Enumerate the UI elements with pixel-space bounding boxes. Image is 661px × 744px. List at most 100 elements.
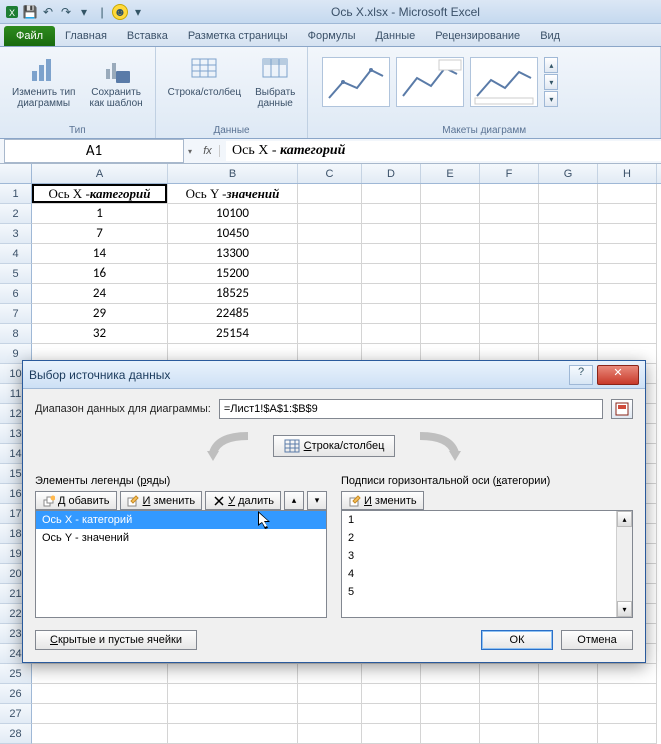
edit-axis-button[interactable]: Изменить [341, 491, 424, 510]
list-item[interactable]: 1 [342, 511, 616, 529]
series-listbox[interactable]: Ось Х - категорий Ось Y - значений [35, 510, 327, 618]
cell[interactable] [598, 664, 657, 684]
cell[interactable] [298, 684, 362, 704]
col-header-e[interactable]: E [421, 164, 480, 183]
cell[interactable] [362, 284, 421, 304]
cell[interactable] [298, 324, 362, 344]
cell[interactable] [598, 224, 657, 244]
cell[interactable] [480, 284, 539, 304]
gallery-more-icon[interactable]: ▾ [544, 91, 558, 107]
cell[interactable]: Ось Х - категорий [32, 184, 168, 204]
cell[interactable] [362, 724, 421, 744]
cell[interactable] [539, 284, 598, 304]
cell[interactable] [598, 284, 657, 304]
cell[interactable] [539, 244, 598, 264]
cell[interactable] [539, 324, 598, 344]
add-series-button[interactable]: Добавить [35, 491, 117, 510]
list-item[interactable]: 2 [342, 529, 616, 547]
qat-dropdown2-icon[interactable]: ▾ [130, 4, 146, 20]
cell[interactable] [298, 224, 362, 244]
cell[interactable] [298, 264, 362, 284]
cell[interactable] [362, 224, 421, 244]
tab-formulas[interactable]: Формулы [298, 26, 366, 46]
file-tab[interactable]: Файл [4, 26, 55, 46]
collapse-dialog-button[interactable] [611, 399, 633, 419]
chart-layout-3[interactable] [470, 57, 538, 107]
name-box-dropdown-icon[interactable]: ▾ [184, 147, 196, 156]
cell[interactable] [362, 704, 421, 724]
listbox-scrollbar[interactable]: ▴▾ [616, 511, 632, 617]
cell[interactable] [298, 724, 362, 744]
col-header-g[interactable]: G [539, 164, 598, 183]
cell[interactable] [480, 244, 539, 264]
cell[interactable] [362, 684, 421, 704]
cancel-button[interactable]: Отмена [561, 630, 633, 650]
select-data-button[interactable]: Выбратьданные [251, 51, 299, 111]
qat-save-icon[interactable]: 💾 [22, 4, 38, 20]
switch-row-col-button[interactable]: Строка/столбец [164, 51, 245, 100]
cell[interactable] [298, 284, 362, 304]
cell[interactable] [598, 264, 657, 284]
cell[interactable] [480, 184, 539, 204]
cell[interactable] [598, 184, 657, 204]
categories-listbox[interactable]: 1 2 3 4 5 ▴▾ [341, 510, 633, 618]
row-header[interactable]: 27 [0, 704, 32, 724]
tab-page-layout[interactable]: Разметка страницы [178, 26, 298, 46]
cell[interactable] [298, 244, 362, 264]
cell[interactable]: 22485 [168, 304, 298, 324]
cell[interactable] [480, 204, 539, 224]
cell[interactable] [421, 664, 480, 684]
qat-redo-icon[interactable]: ↷ [58, 4, 74, 20]
cell[interactable] [362, 324, 421, 344]
cell[interactable] [421, 244, 480, 264]
cell[interactable] [421, 204, 480, 224]
cell[interactable] [362, 264, 421, 284]
cell[interactable] [598, 724, 657, 744]
cell[interactable] [421, 184, 480, 204]
cell[interactable] [539, 724, 598, 744]
dialog-close-button[interactable]: ✕ [597, 365, 639, 385]
cell[interactable]: 14 [32, 244, 168, 264]
row-header[interactable]: 26 [0, 684, 32, 704]
list-item[interactable]: Ось Х - категорий [36, 511, 326, 529]
cell[interactable] [480, 324, 539, 344]
tab-review[interactable]: Рецензирование [425, 26, 530, 46]
row-header[interactable]: 2 [0, 204, 32, 224]
fx-button[interactable]: fx [202, 145, 220, 157]
cell[interactable]: 24 [32, 284, 168, 304]
cell[interactable]: 18525 [168, 284, 298, 304]
col-header-h[interactable]: H [598, 164, 657, 183]
edit-series-button[interactable]: Изменить [120, 491, 203, 510]
cell[interactable] [362, 304, 421, 324]
row-header[interactable]: 28 [0, 724, 32, 744]
formula-input[interactable]: Ось Х - категорий [226, 141, 661, 161]
cell[interactable] [539, 684, 598, 704]
cell[interactable] [298, 304, 362, 324]
cell[interactable] [362, 244, 421, 264]
cell[interactable] [298, 664, 362, 684]
cell[interactable]: 10450 [168, 224, 298, 244]
list-item[interactable]: 3 [342, 547, 616, 565]
delete-series-button[interactable]: Удалить [205, 491, 281, 510]
cell[interactable] [480, 304, 539, 324]
col-header-d[interactable]: D [362, 164, 421, 183]
cell[interactable] [421, 324, 480, 344]
tab-insert[interactable]: Вставка [117, 26, 178, 46]
row-header[interactable]: 25 [0, 664, 32, 684]
list-item[interactable]: 5 [342, 583, 616, 601]
cell[interactable]: 29 [32, 304, 168, 324]
cell[interactable] [480, 264, 539, 284]
tab-data[interactable]: Данные [365, 26, 425, 46]
tab-view[interactable]: Вид [530, 26, 570, 46]
cell[interactable]: 32 [32, 324, 168, 344]
cell[interactable] [539, 204, 598, 224]
cell[interactable] [421, 264, 480, 284]
cell[interactable] [362, 184, 421, 204]
row-header[interactable]: 4 [0, 244, 32, 264]
cell[interactable] [480, 664, 539, 684]
cell[interactable]: 16 [32, 264, 168, 284]
cell[interactable] [598, 704, 657, 724]
ok-button[interactable]: ОК [481, 630, 553, 650]
cell[interactable] [539, 224, 598, 244]
cell[interactable] [32, 664, 168, 684]
